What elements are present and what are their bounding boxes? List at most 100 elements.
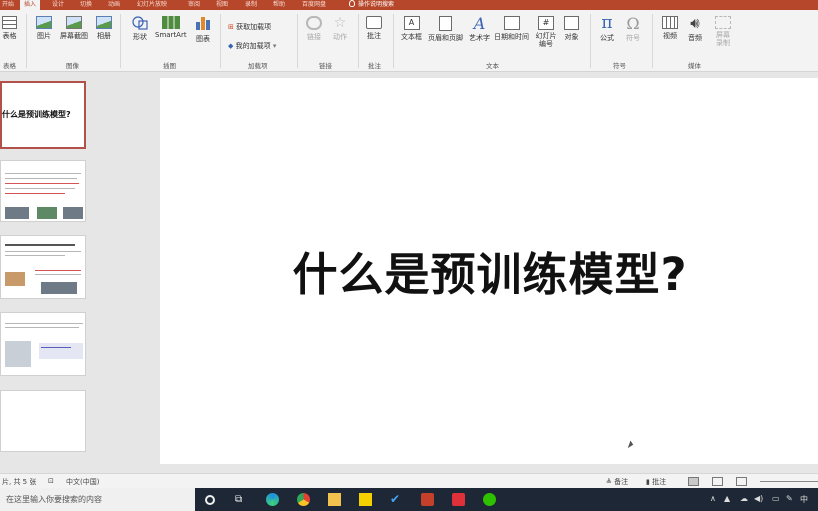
slide-sorter-view-icon[interactable] (712, 477, 723, 486)
red-app-icon[interactable] (452, 493, 465, 506)
thumbnail-image (37, 207, 57, 219)
slide-thumbnail-1[interactable]: 什么是预训练模型? (0, 81, 86, 149)
picture-button[interactable]: 图片 (36, 16, 52, 41)
group-divider (26, 14, 27, 68)
tab-insert[interactable]: 插入 (20, 0, 41, 10)
powerpoint-icon[interactable] (421, 493, 434, 506)
wordart-button[interactable]: A 艺术字 (469, 16, 490, 43)
action-button[interactable]: ☆ 动作 (333, 16, 347, 42)
input-method-indicator[interactable]: 中 (800, 494, 808, 505)
reading-view-icon[interactable] (736, 477, 747, 486)
my-addins-button[interactable]: ◆ 我的加载项 ▾ (228, 41, 276, 51)
cortana-icon[interactable] (205, 495, 215, 505)
file-explorer-icon[interactable] (328, 493, 341, 506)
textbox-button[interactable]: A 文本框 (401, 16, 422, 42)
task-view-icon[interactable]: ⧉ (235, 493, 248, 506)
link-button[interactable]: 链接 (306, 16, 322, 42)
thumbnail-text-line (5, 188, 75, 189)
wordart-icon: A (473, 14, 486, 33)
accessibility-icon[interactable]: ⊡ (48, 477, 54, 485)
slide-thumbnail-4[interactable] (0, 312, 86, 376)
slide-thumbnail-pane: 什么是预训练模型? (0, 72, 150, 472)
windows-taskbar: 在这里输入你要搜索的内容 ⧉ ✔ ∧ ▲ ☁ ◀) ▭ ✎ 中 (0, 488, 818, 511)
sticky-notes-icon[interactable] (359, 493, 372, 506)
shapes-icon (132, 16, 148, 30)
screenshot-icon (66, 16, 82, 29)
thumbnail-text-line (35, 274, 81, 275)
slide-number-label: 幻灯片编号 (535, 32, 557, 48)
mouse-cursor-icon (627, 440, 635, 450)
normal-view-icon[interactable] (688, 477, 699, 486)
tray-chevron-up-icon[interactable]: ∧ (710, 494, 716, 503)
audio-button[interactable]: 🔊︎ 音频 (688, 16, 702, 43)
tab-design[interactable]: 设计 (52, 0, 64, 10)
slide-thumbnail-2[interactable] (0, 160, 86, 222)
tab-baidu-netdisk[interactable]: 百度网盘 (302, 0, 326, 10)
tab-review[interactable]: 审阅 (188, 0, 200, 10)
smartart-button[interactable]: SmartArt (155, 16, 187, 39)
group-label-tables: 表格 (3, 62, 16, 70)
chart-button[interactable]: 图表 (195, 16, 211, 44)
slide-number-button[interactable]: # 幻灯片编号 (534, 16, 558, 48)
group-divider (652, 14, 653, 68)
screenshot-button[interactable]: 屏幕截图 (60, 16, 88, 41)
thumbnail-image (5, 207, 29, 219)
header-footer-button[interactable]: 页眉和页脚 (428, 16, 463, 43)
slide-title[interactable]: 什么是预训练模型? (290, 238, 690, 303)
group-divider (220, 14, 221, 68)
chrome-browser-icon[interactable] (297, 493, 310, 506)
tray-person-icon[interactable]: ▲ (724, 494, 730, 503)
table-label: 表格 (2, 32, 17, 40)
get-addins-button[interactable]: ⊞ 获取加载项 (228, 22, 271, 32)
video-button[interactable]: 视频 (662, 16, 678, 41)
comment-icon (366, 16, 382, 29)
addins-icon: ◆ (228, 42, 234, 50)
zoom-slider[interactable] (760, 481, 818, 482)
shapes-button[interactable]: 形状 (132, 16, 148, 42)
photo-album-label: 相册 (97, 32, 111, 40)
slide-canvas[interactable]: 什么是预训练模型? (160, 78, 818, 464)
table-button[interactable]: 表格 (2, 16, 17, 41)
thumbnail-text-line (5, 255, 65, 256)
tab-home[interactable]: 开始 (2, 0, 14, 10)
tell-me-search[interactable]: 操作说明搜索 (349, 0, 394, 10)
language-indicator[interactable]: 中文(中国) (66, 477, 99, 487)
tray-pen-icon[interactable]: ✎ (786, 494, 793, 503)
chevron-down-icon: ▾ (272, 42, 277, 50)
equation-button[interactable]: π 公式 (600, 15, 614, 43)
comment-button[interactable]: 批注 (366, 16, 382, 41)
symbol-button[interactable]: Ω 符号 (626, 16, 640, 43)
wordart-label: 艺术字 (469, 34, 490, 42)
wechat-icon[interactable] (483, 493, 496, 506)
tray-cloud-icon[interactable]: ☁ (740, 494, 748, 503)
group-label-comments: 批注 (368, 62, 381, 70)
screen-recording-button[interactable]: 屏幕录制 (714, 16, 732, 47)
tab-view[interactable]: 视图 (216, 0, 228, 10)
group-label-symbols: 符号 (613, 62, 626, 70)
edge-browser-icon[interactable] (266, 493, 279, 506)
tab-animations[interactable]: 动画 (108, 0, 120, 10)
speaker-icon: 🔊︎ (690, 14, 700, 32)
todo-check-icon[interactable]: ✔ (390, 493, 403, 506)
tab-slideshow[interactable]: 幻灯片放映 (137, 0, 167, 10)
my-addins-label: 我的加载项 (235, 42, 271, 50)
tray-speaker-icon[interactable]: ◀) (754, 494, 763, 503)
tray-network-icon[interactable]: ▭ (772, 494, 780, 503)
object-icon (564, 16, 579, 30)
slide-thumbnail-5[interactable] (0, 390, 86, 452)
datetime-button[interactable]: 日期和时间 (494, 16, 529, 42)
photo-album-button[interactable]: 相册 (96, 16, 112, 41)
object-button[interactable]: 对象 (564, 16, 579, 42)
slide-thumbnail-3[interactable] (0, 235, 86, 299)
comments-button[interactable]: ▮ 批注 (646, 477, 666, 487)
notes-button[interactable]: ≜ 备注 (606, 477, 628, 487)
slide-counter: 片, 共 5 张 (2, 478, 37, 486)
thumbnail-image (39, 343, 83, 359)
group-divider (297, 14, 298, 68)
picture-label: 图片 (37, 32, 51, 40)
tab-transitions[interactable]: 切换 (80, 0, 92, 10)
group-label-images: 图像 (66, 62, 79, 70)
tab-record[interactable]: 录制 (245, 0, 257, 10)
taskbar-search-box[interactable]: 在这里输入你要搜索的内容 (0, 488, 195, 511)
tab-help[interactable]: 帮助 (273, 0, 285, 10)
